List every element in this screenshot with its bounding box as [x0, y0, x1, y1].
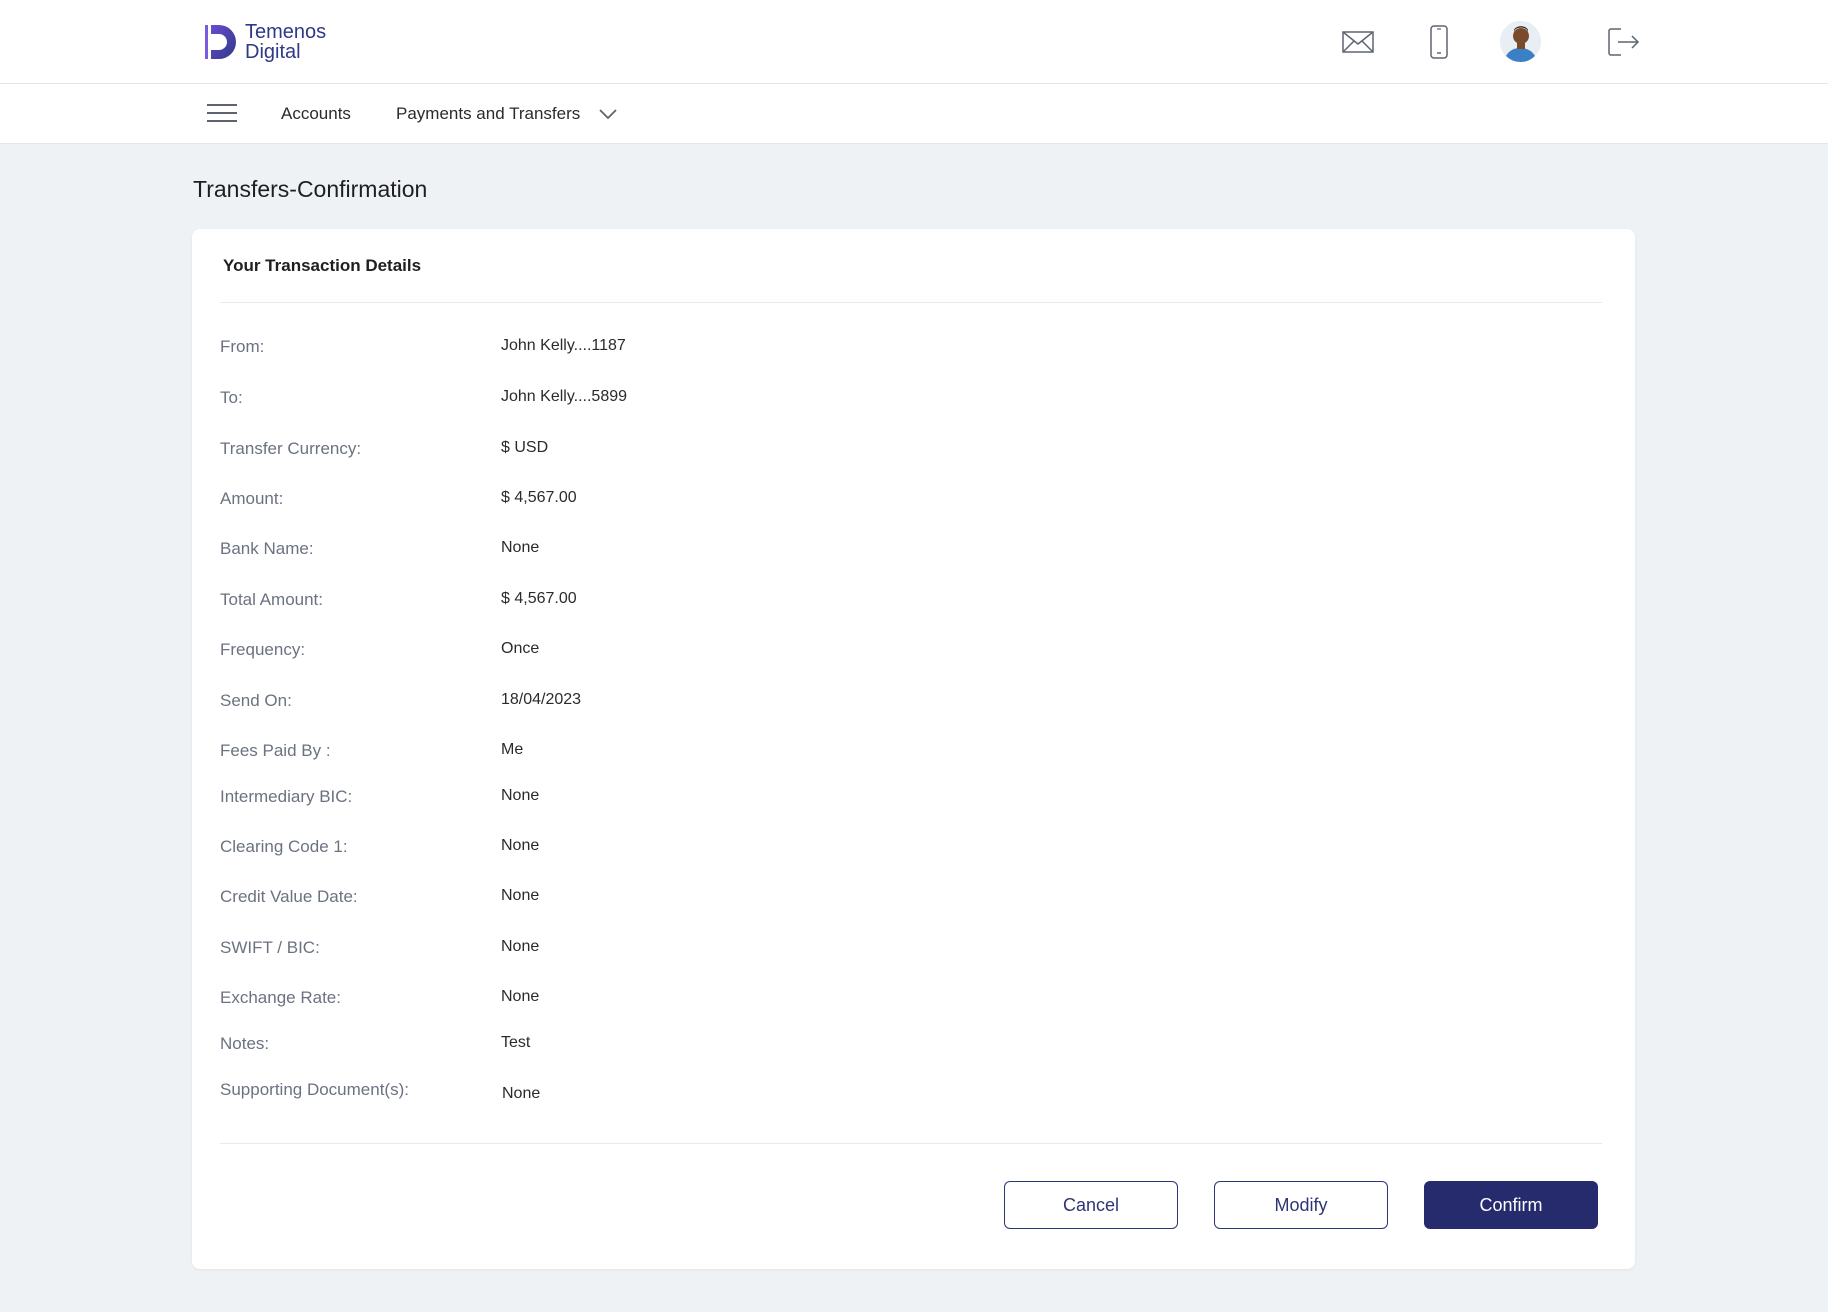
- detail-value: Once: [501, 640, 540, 657]
- detail-row-total-amount: Total Amount: $ 4,567.00: [220, 590, 1220, 614]
- nav-payments-and-transfers[interactable]: Payments and Transfers: [396, 104, 580, 124]
- detail-label: Supporting Document(s):: [220, 1080, 409, 1099]
- temenos-logo[interactable]: Temenos Digital: [203, 22, 326, 62]
- detail-value: $ 4,567.00: [501, 489, 577, 506]
- nav-accounts[interactable]: Accounts: [281, 104, 351, 124]
- detail-value: None: [501, 539, 540, 556]
- mail-icon[interactable]: [1340, 24, 1376, 60]
- detail-value: None: [501, 887, 540, 904]
- detail-row-credit-value-date: Credit Value Date: None: [220, 887, 1220, 911]
- detail-row-bank-name: Bank Name: None: [220, 539, 1220, 563]
- detail-row-to: To: John Kelly....5899: [220, 388, 1220, 412]
- detail-row-notes: Notes: Test: [220, 1034, 1220, 1058]
- detail-label: Send On:: [220, 691, 292, 710]
- detail-row-exchange-rate: Exchange Rate: None: [220, 988, 1220, 1012]
- detail-value: John Kelly....5899: [501, 388, 628, 405]
- modify-button[interactable]: Modify: [1214, 1181, 1388, 1229]
- top-header: Temenos Digital: [0, 0, 1828, 84]
- detail-value: $ 4,567.00: [501, 590, 577, 607]
- detail-label: Credit Value Date:: [220, 887, 358, 906]
- detail-row-frequency: Frequency: Once: [220, 640, 1220, 664]
- confirm-button[interactable]: Confirm: [1424, 1181, 1598, 1229]
- logout-icon[interactable]: [1606, 24, 1642, 60]
- detail-label: Total Amount:: [220, 590, 324, 609]
- detail-value: None: [501, 787, 540, 804]
- detail-label: Fees Paid By :: [220, 741, 331, 760]
- detail-value: 18/04/2023: [501, 691, 582, 708]
- detail-label: Clearing Code 1:: [220, 837, 348, 856]
- detail-row-supporting-documents: Supporting Document(s): None: [220, 1080, 1220, 1104]
- detail-value: John Kelly....1187: [501, 337, 626, 354]
- detail-label: Transfer Currency:: [220, 439, 362, 458]
- detail-label: Exchange Rate:: [220, 988, 341, 1007]
- detail-value: Me: [501, 741, 524, 758]
- detail-label: Notes:: [220, 1034, 270, 1053]
- divider: [220, 302, 1602, 303]
- detail-row-swift-bic: SWIFT / BIC: None: [220, 938, 1220, 962]
- detail-value: None: [501, 988, 540, 1005]
- detail-row-amount: Amount: $ 4,567.00: [220, 489, 1220, 513]
- brand-name: Temenos Digital: [245, 21, 327, 63]
- detail-value: None: [502, 1085, 541, 1102]
- page-title: Transfers-Confirmation: [193, 176, 428, 202]
- transaction-details-card: Your Transaction Details From: John Kell…: [192, 229, 1635, 1269]
- user-avatar[interactable]: [1500, 21, 1541, 62]
- detail-value: $ USD: [501, 439, 549, 456]
- detail-row-intermediary-bic: Intermediary BIC: None: [220, 787, 1220, 811]
- divider: [220, 1143, 1602, 1144]
- card-heading: Your Transaction Details: [223, 256, 422, 275]
- detail-label: From:: [220, 337, 265, 356]
- detail-row-transfer-currency: Transfer Currency: $ USD: [220, 439, 1220, 463]
- detail-row-from: From: John Kelly....1187: [220, 337, 1220, 361]
- detail-label: To:: [220, 388, 243, 407]
- detail-value: None: [501, 938, 540, 955]
- detail-label: Bank Name:: [220, 539, 314, 558]
- detail-label: Amount:: [220, 489, 284, 508]
- detail-value: Test: [501, 1034, 531, 1051]
- chevron-down-icon[interactable]: [597, 104, 619, 124]
- detail-row-clearing-code-1: Clearing Code 1: None: [220, 837, 1220, 861]
- temenos-d-icon: [205, 25, 236, 59]
- detail-row-fees-paid-by: Fees Paid By : Me: [220, 741, 1220, 765]
- detail-label: SWIFT / BIC:: [220, 938, 320, 957]
- detail-label: Intermediary BIC:: [220, 787, 353, 806]
- detail-row-send-on: Send On: 18/04/2023: [220, 691, 1220, 715]
- main-nav: [0, 84, 1828, 144]
- cancel-button[interactable]: Cancel: [1004, 1181, 1178, 1229]
- detail-value: None: [501, 837, 540, 854]
- detail-label: Frequency:: [220, 640, 306, 659]
- mobile-phone-icon[interactable]: [1421, 24, 1457, 60]
- hamburger-icon[interactable]: [207, 104, 237, 124]
